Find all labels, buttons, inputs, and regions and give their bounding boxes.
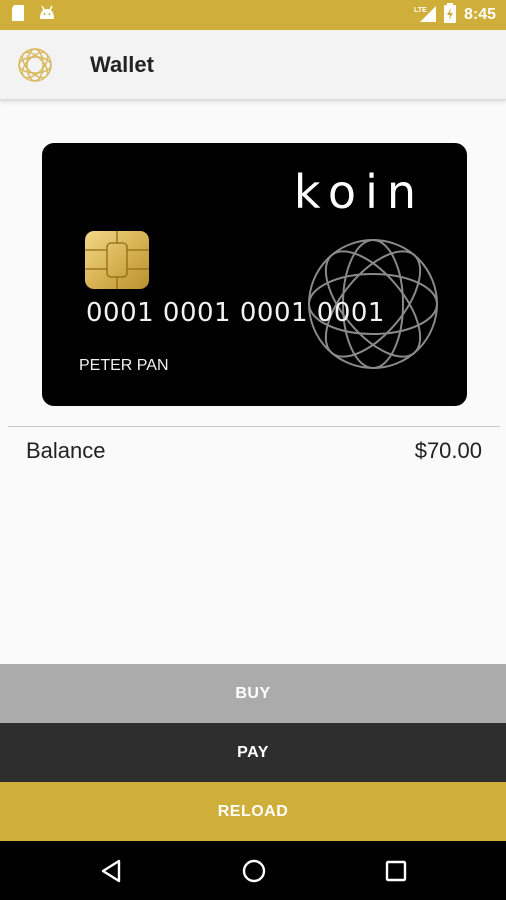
chip-icon xyxy=(85,231,149,289)
balance-label: Balance xyxy=(26,438,106,463)
globe-logo-icon[interactable] xyxy=(16,46,54,84)
status-left-icons xyxy=(10,4,56,27)
balance-value: $70.00 xyxy=(414,438,482,463)
page-title: Wallet xyxy=(90,52,154,77)
android-icon xyxy=(38,5,56,26)
status-bar: LTE 8:45 xyxy=(0,0,506,30)
card-number: 0001 0001 0001 0001 xyxy=(86,298,385,328)
card-holder-name: PETER PAN xyxy=(79,357,169,374)
app-bar: Wallet xyxy=(0,30,506,100)
divider xyxy=(8,426,500,427)
reload-button[interactable]: RELOAD xyxy=(0,782,506,841)
buy-button[interactable]: BUY xyxy=(0,664,506,723)
recents-icon[interactable] xyxy=(381,856,411,886)
pay-button[interactable]: PAY xyxy=(0,723,506,782)
network-label: LTE xyxy=(414,7,427,14)
status-time: 8:45 xyxy=(463,6,496,23)
home-icon[interactable] xyxy=(239,856,269,886)
signal-icon: LTE xyxy=(414,4,436,27)
back-icon[interactable] xyxy=(97,856,127,886)
wallet-card[interactable]: koin 0001 0001 0001 0001 PETER PAN xyxy=(42,143,467,406)
status-right-icons: LTE 8:45 xyxy=(414,2,496,28)
card-brand: koin xyxy=(293,165,425,219)
battery-icon xyxy=(443,2,456,28)
navigation-bar xyxy=(0,841,506,900)
sd-card-icon xyxy=(10,4,26,27)
